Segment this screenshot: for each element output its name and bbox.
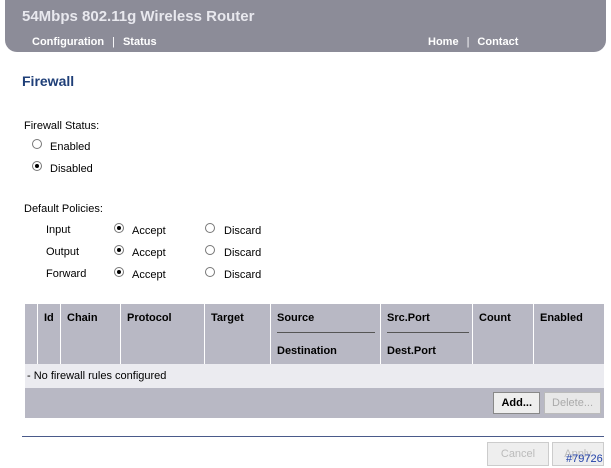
policy-input-label: Input: [46, 224, 71, 236]
policy-forward-discard-label: Discard: [224, 269, 262, 281]
nav-separator: |: [112, 36, 115, 48]
col-count: Count: [472, 304, 534, 364]
nav-contact[interactable]: Contact: [477, 36, 518, 48]
header-bar: 54Mbps 802.11g Wireless Router Configura…: [5, 0, 606, 52]
policy-output-label: Output: [46, 246, 80, 258]
col-source-destination: Source Destination: [270, 304, 381, 364]
col-source: Source: [277, 304, 375, 333]
policy-input-discard-radio[interactable]: [205, 223, 215, 233]
nav-home[interactable]: Home: [428, 36, 459, 48]
policy-input-accept-radio[interactable]: [114, 223, 124, 233]
table-header-row: Id Chain Protocol Target Source Destinat…: [25, 304, 604, 364]
col-target: Target: [204, 304, 271, 364]
firewall-enabled-radio[interactable]: [32, 139, 42, 149]
policy-output-discard-radio[interactable]: [205, 245, 215, 255]
col-protocol: Protocol: [120, 304, 205, 364]
policy-forward-discard-radio[interactable]: [205, 267, 215, 277]
col-blank: [25, 304, 38, 364]
col-dest-port: Dest.Port: [387, 345, 436, 357]
nav-configuration[interactable]: Configuration: [32, 36, 104, 48]
col-enabled: Enabled: [533, 304, 604, 364]
table-row: - No firewall rules configured: [25, 364, 604, 388]
firewall-disabled-label: Disabled: [50, 163, 93, 175]
nav-left: Configuration | Status: [32, 36, 157, 48]
col-ports: Src.Port Dest.Port: [380, 304, 473, 364]
nav-separator: |: [466, 36, 470, 48]
add-rule-button[interactable]: Add...: [493, 392, 541, 414]
nav-right: Home | Contact: [428, 36, 518, 48]
table-button-row: Add... Delete...: [25, 388, 604, 418]
policy-forward-label: Forward: [46, 268, 87, 280]
policy-input-discard-label: Discard: [224, 225, 262, 237]
col-src-port: Src.Port: [387, 304, 469, 333]
firewall-rules-table: Id Chain Protocol Target Source Destinat…: [25, 304, 604, 418]
firewall-enabled-label: Enabled: [50, 141, 91, 153]
firewall-disabled-radio[interactable]: [32, 161, 42, 171]
page-title: Firewall: [22, 73, 75, 89]
delete-rule-button[interactable]: Delete...: [544, 392, 601, 414]
policy-forward-accept-radio[interactable]: [114, 267, 124, 277]
empty-rules-message: - No firewall rules configured: [25, 364, 604, 388]
cancel-button[interactable]: Cancel: [487, 442, 549, 466]
col-id: Id: [37, 304, 61, 364]
col-chain: Chain: [60, 304, 121, 364]
policy-output-accept-radio[interactable]: [114, 245, 124, 255]
router-title: 54Mbps 802.11g Wireless Router: [22, 8, 255, 25]
policy-forward-accept-label: Accept: [132, 269, 166, 281]
col-destination: Destination: [277, 345, 337, 357]
footer-divider: [22, 436, 604, 437]
policy-input-accept-label: Accept: [132, 225, 166, 237]
firewall-status-label: Firewall Status:: [24, 120, 100, 132]
policy-output-accept-label: Accept: [132, 247, 166, 259]
default-policies-label: Default Policies:: [24, 203, 103, 215]
policy-output-discard-label: Discard: [224, 247, 262, 259]
watermark-id: #79726: [566, 453, 603, 465]
nav-status[interactable]: Status: [123, 36, 157, 48]
